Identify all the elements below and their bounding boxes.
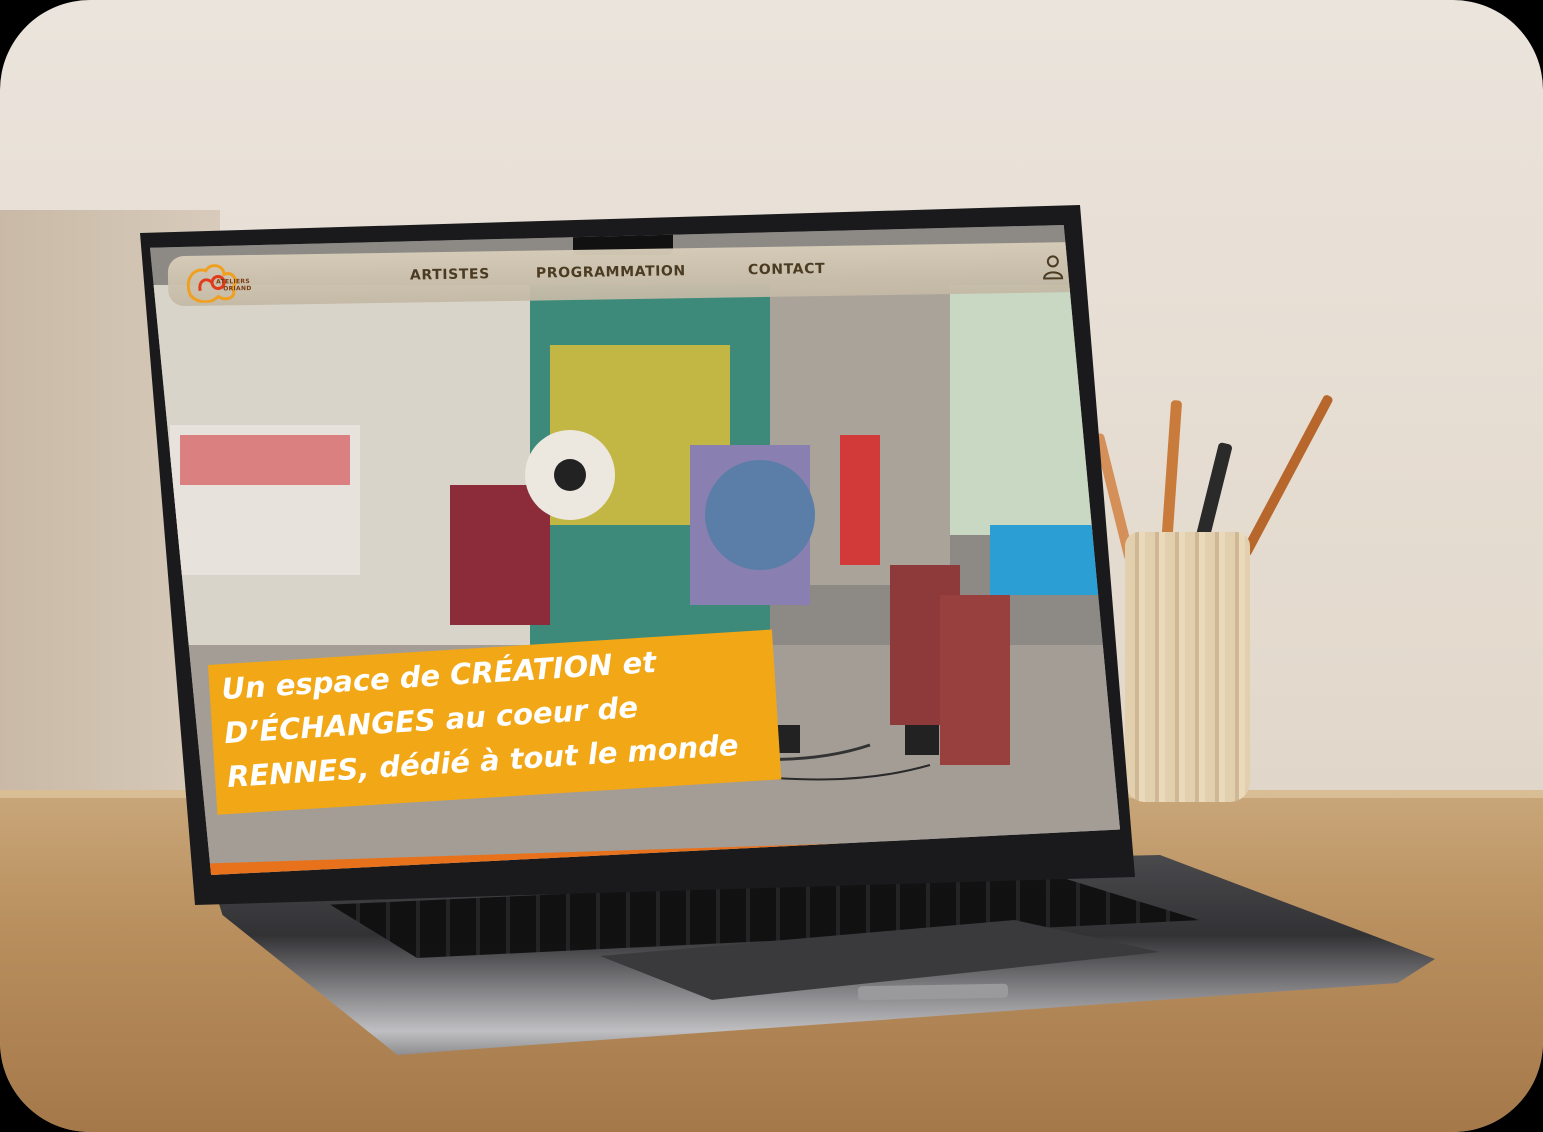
logo-wordmark: ATELIERS ORIAND bbox=[216, 278, 252, 293]
nav-programmation[interactable]: PROGRAMMATION bbox=[536, 263, 686, 281]
logo-word-2: ORIAND bbox=[223, 284, 252, 293]
nav-contact[interactable]: CONTACT bbox=[748, 261, 825, 278]
laptop-lid-tab bbox=[857, 983, 1009, 1001]
nav-artistes[interactable]: ARTISTES bbox=[410, 266, 490, 283]
user-account-icon[interactable] bbox=[1042, 254, 1064, 280]
mockup-photo-frame: ATELIERS ORIAND ARTISTES PROGRAMMATION C… bbox=[0, 0, 1543, 1132]
pencil bbox=[1240, 393, 1334, 558]
laptop-screen: ATELIERS ORIAND ARTISTES PROGRAMMATION C… bbox=[150, 225, 1120, 875]
pencil-cup bbox=[1125, 532, 1250, 802]
